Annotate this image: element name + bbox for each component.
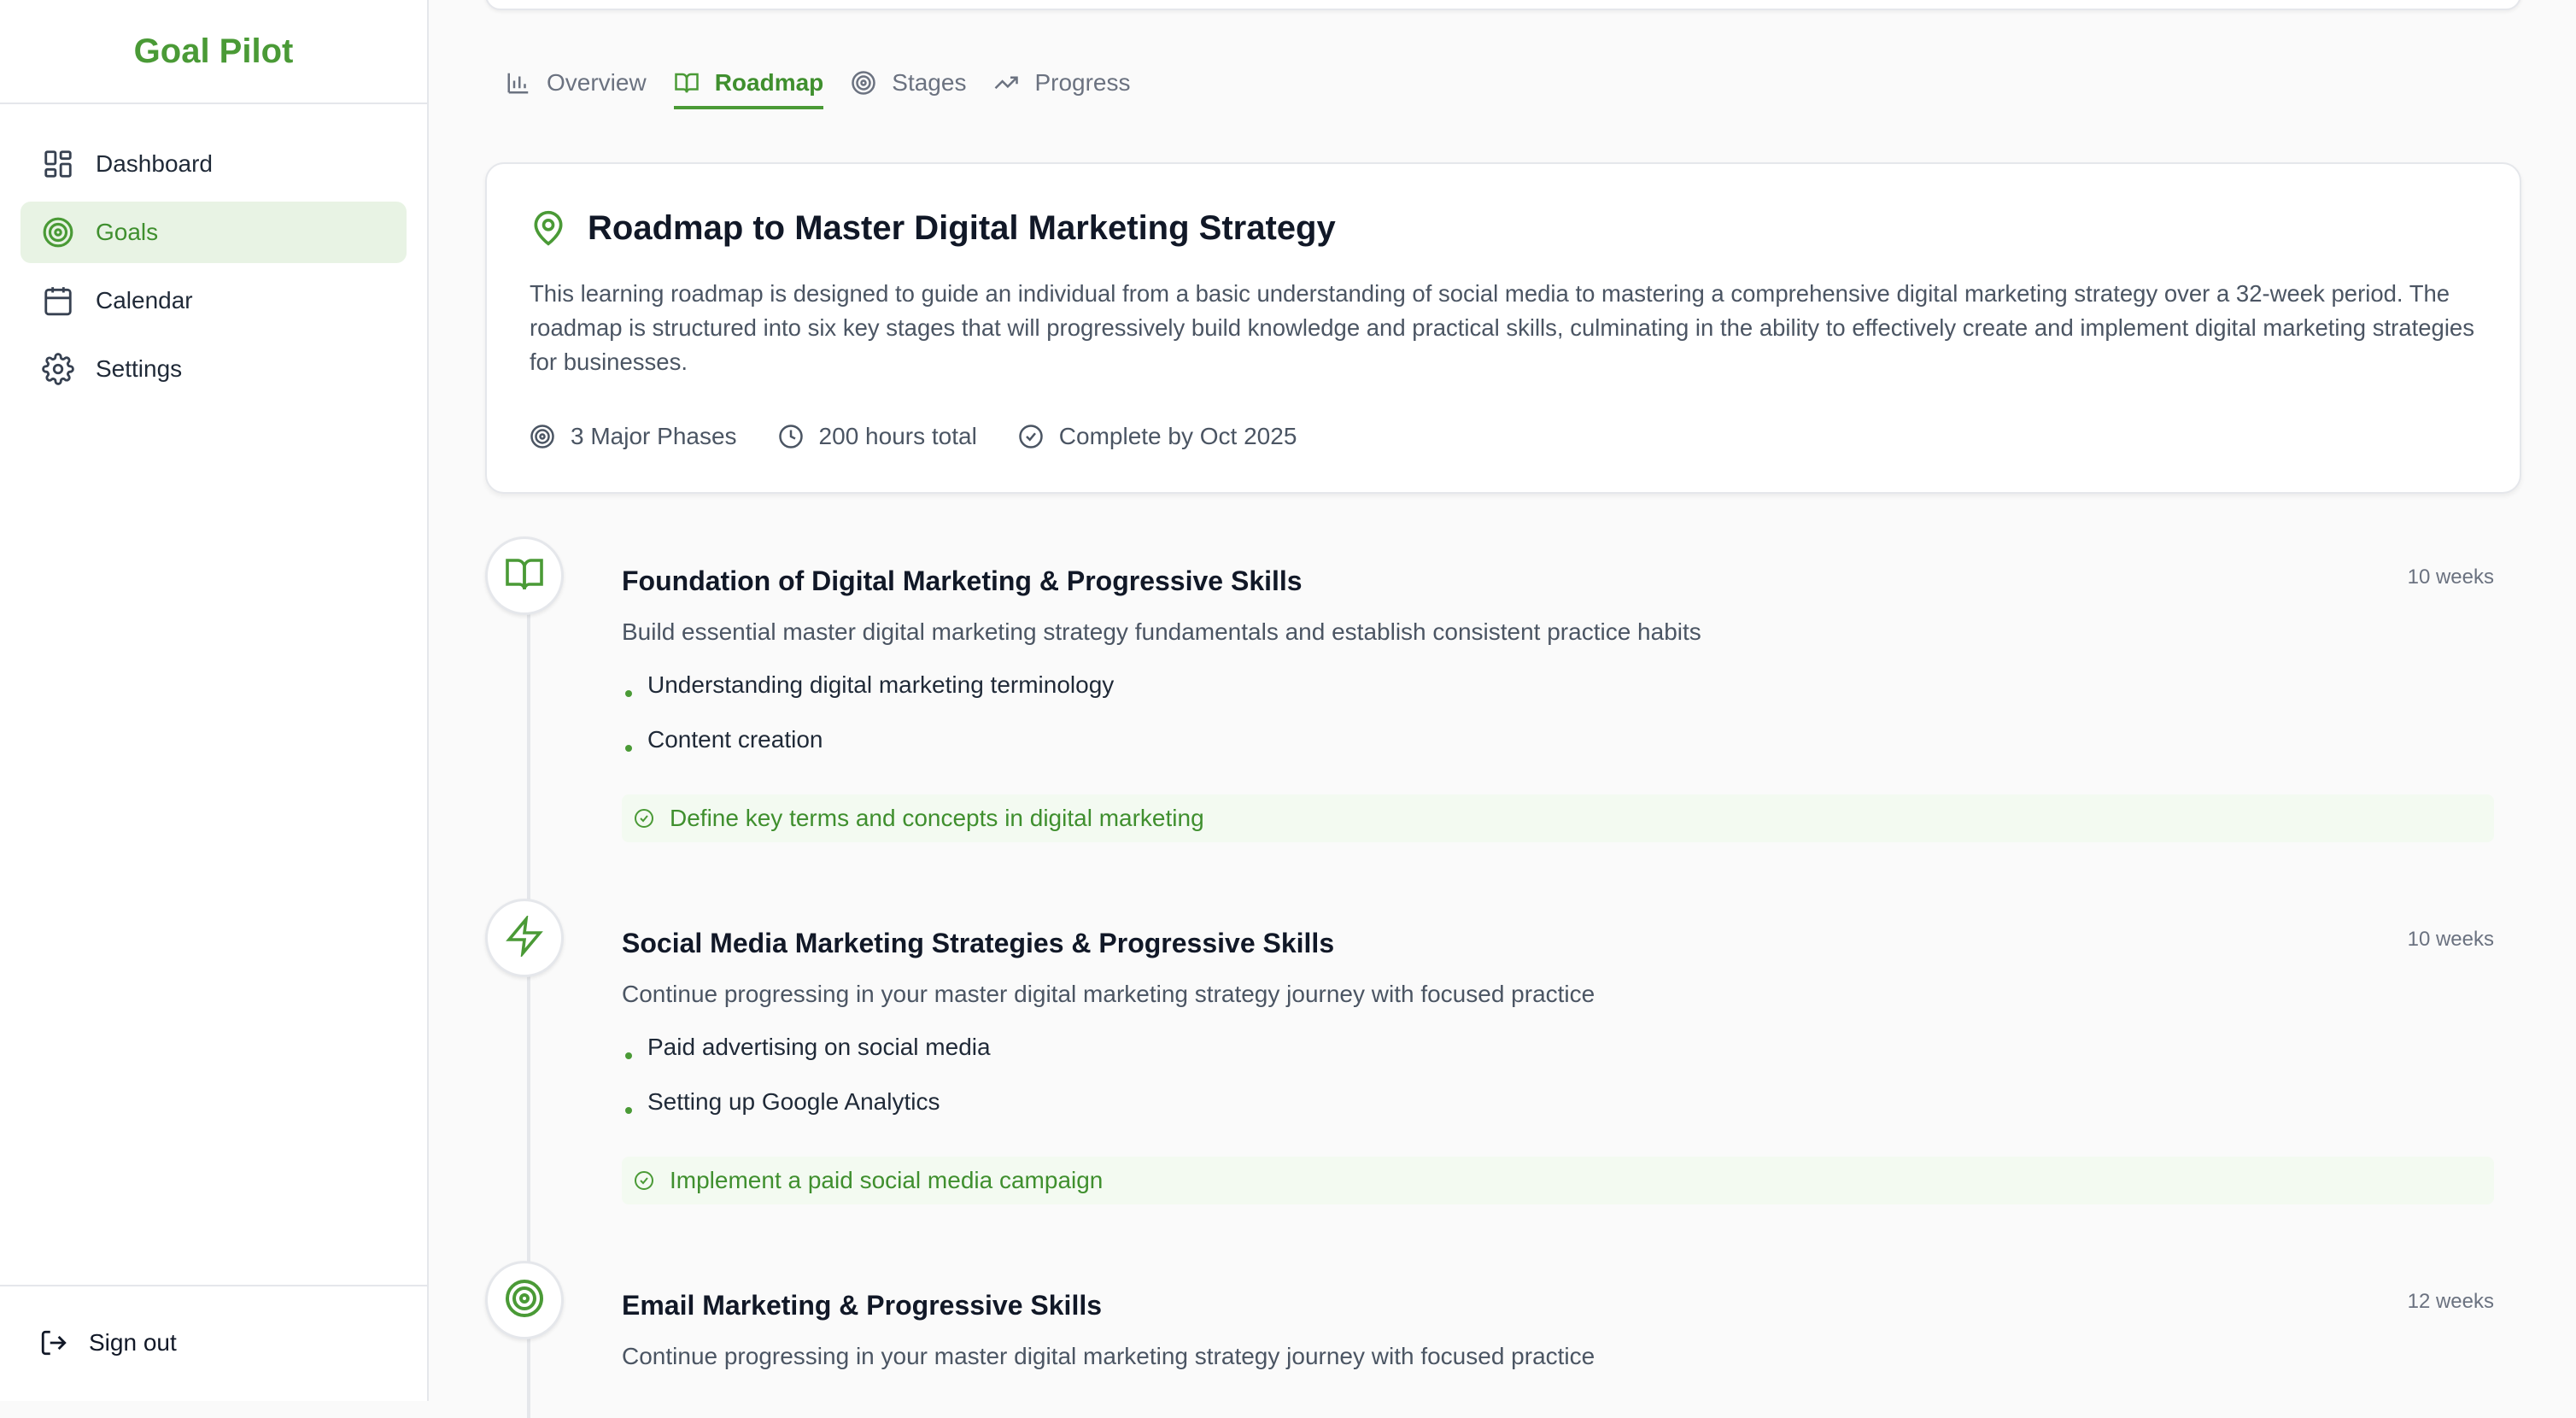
tab-label: Stages: [892, 69, 967, 96]
phase-duration: 10 weeks: [2407, 928, 2494, 951]
roadmap-meta: 3 Major Phases 200 hours total Complete …: [530, 422, 1338, 451]
bullet-dot: [625, 1107, 632, 1114]
target-icon: [851, 68, 880, 97]
phase-icon-circle: [485, 899, 564, 977]
tab-overview[interactable]: Overview: [506, 68, 647, 109]
check-circle-icon: [634, 806, 658, 830]
phase-description: Continue progressing in your master digi…: [622, 981, 1595, 1007]
sidebar-item-settings[interactable]: Settings: [20, 338, 407, 400]
bullet-dot: [625, 745, 632, 752]
main-content: Overview Roadmap Stages Progress Roadmap…: [429, 0, 2576, 1418]
target-icon: [530, 422, 559, 451]
sidebar-item-label: Goals: [96, 219, 159, 245]
completion-date-text: Complete by Oct 2025: [1058, 423, 1297, 449]
skill-item: Understanding digital marketing terminol…: [622, 671, 1114, 726]
tab-progress[interactable]: Progress: [993, 68, 1131, 109]
phase-description: Continue progressing in your master digi…: [622, 1343, 1595, 1369]
phase-skills-list: Paid advertising on social media Setting…: [622, 1034, 991, 1143]
phase-skills-list: Understanding digital marketing terminol…: [622, 671, 1114, 781]
clock-icon: [778, 422, 807, 451]
goal-tabs: Overview Roadmap Stages Progress: [506, 68, 1158, 109]
sidebar-item-label: Dashboard: [96, 150, 213, 177]
phase-icon-circle: [485, 1261, 564, 1339]
brand-logo[interactable]: Goal Pilot: [0, 0, 427, 104]
milestone-text: Define key terms and concepts in digital…: [670, 805, 1204, 831]
phases-count-text: 3 Major Phases: [571, 423, 737, 449]
gear-icon: [41, 352, 75, 386]
book-icon: [504, 554, 545, 599]
trending-up-icon: [993, 68, 1022, 97]
total-hours-text: 200 hours total: [818, 423, 977, 449]
skill-text: Paid advertising on social media: [647, 1034, 991, 1060]
tab-label: Progress: [1034, 69, 1131, 96]
phase-description: Build essential master digital marketing…: [622, 618, 1701, 645]
phase-title: Email Marketing & Progressive Skills: [622, 1290, 1103, 1321]
skill-item: Paid advertising on social media: [622, 1034, 991, 1088]
tab-label: Roadmap: [714, 69, 824, 96]
skill-text: Setting up Google Analytics: [647, 1088, 940, 1115]
skill-item: Setting up Google Analytics: [622, 1088, 991, 1143]
check-circle-icon: [1018, 422, 1047, 451]
phase-title: Foundation of Digital Marketing & Progre…: [622, 565, 1303, 596]
total-hours: 200 hours total: [778, 422, 977, 451]
sidebar-footer: Sign out: [0, 1285, 427, 1401]
sidebar: Goal Pilot Dashboard Goals Calendar Sett…: [0, 0, 429, 1401]
roadmap-title-text: Roadmap to Master Digital Marketing Stra…: [588, 208, 1336, 247]
phases-count: 3 Major Phases: [530, 422, 737, 451]
dashboard-icon: [41, 147, 75, 181]
map-pin-icon: [530, 207, 572, 249]
tab-stages[interactable]: Stages: [851, 68, 966, 109]
sidebar-item-goals[interactable]: Goals: [20, 202, 407, 263]
milestone-text: Implement a paid social media campaign: [670, 1167, 1104, 1193]
bullet-dot: [625, 690, 632, 697]
sidebar-item-dashboard[interactable]: Dashboard: [20, 133, 407, 195]
phase-duration: 12 weeks: [2407, 1290, 2494, 1313]
phase-milestone: Define key terms and concepts in digital…: [622, 794, 2494, 842]
target-icon: [41, 215, 75, 249]
sidebar-nav: Dashboard Goals Calendar Settings: [0, 104, 427, 400]
phase-title: Social Media Marketing Strategies & Prog…: [622, 928, 1335, 958]
tab-roadmap[interactable]: Roadmap: [673, 68, 824, 109]
tab-label: Overview: [547, 69, 647, 96]
target-icon: [504, 1278, 545, 1323]
overview-card-edge: [485, 0, 2521, 10]
sign-out-label: Sign out: [89, 1329, 177, 1356]
sign-out-icon: [39, 1327, 70, 1358]
sidebar-item-calendar[interactable]: Calendar: [20, 270, 407, 331]
roadmap-description: This learning roadmap is designed to gui…: [530, 280, 2474, 375]
check-circle-icon: [634, 1169, 658, 1192]
completion-date: Complete by Oct 2025: [1018, 422, 1297, 451]
phase-icon-circle: [485, 536, 564, 615]
roadmap-title: Roadmap to Master Digital Marketing Stra…: [530, 207, 1336, 249]
calendar-icon: [41, 284, 75, 318]
bullet-dot: [625, 1052, 632, 1059]
phase-milestone: Implement a paid social media campaign: [622, 1157, 2494, 1204]
sign-out-button[interactable]: Sign out: [39, 1327, 177, 1358]
phase-card: Foundation of Digital Marketing & Progre…: [485, 536, 2521, 861]
skill-item: Content creation: [622, 726, 1114, 781]
lightning-icon: [504, 913, 545, 961]
phase-card: Email Marketing & Progressive Skills 12 …: [485, 1261, 2521, 1401]
skill-text: Content creation: [647, 726, 823, 753]
bar-chart-icon: [506, 68, 535, 97]
sidebar-item-label: Settings: [96, 355, 183, 382]
book-icon: [674, 68, 703, 97]
skill-text: Understanding digital marketing terminol…: [647, 671, 1115, 698]
phase-card: Social Media Marketing Strategies & Prog…: [485, 899, 2521, 1223]
phase-duration: 10 weeks: [2407, 565, 2494, 589]
sidebar-item-label: Calendar: [96, 287, 193, 313]
roadmap-summary-card: Roadmap to Master Digital Marketing Stra…: [485, 162, 2521, 494]
